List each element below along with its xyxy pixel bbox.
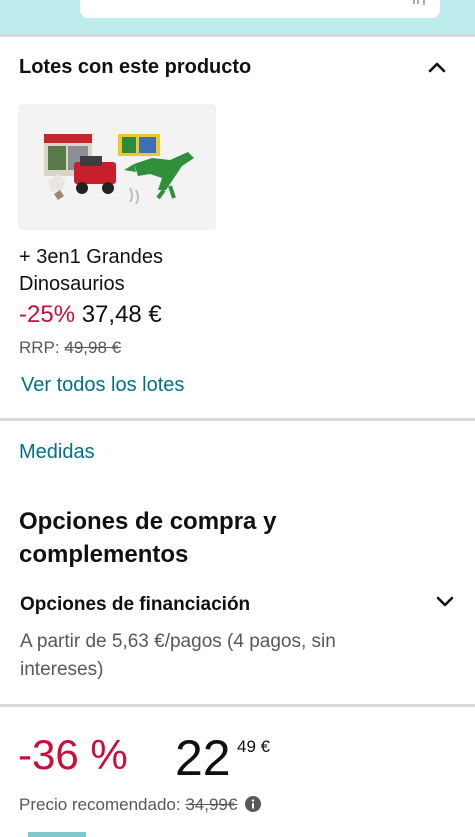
purchase-options-title: Opciones de compra y complementos bbox=[19, 508, 277, 568]
lego-sets-image bbox=[44, 134, 194, 205]
bundle-item-image[interactable] bbox=[18, 104, 216, 230]
bundle-price-line: -25% 37,48 € bbox=[19, 301, 162, 329]
recommended-price: Precio recomendado: 34,99€ bbox=[19, 795, 262, 815]
info-icon[interactable] bbox=[245, 796, 262, 812]
section-divider bbox=[0, 418, 475, 421]
top-header bbox=[0, 0, 475, 34]
header-divider bbox=[0, 34, 475, 37]
rrp-label: RRP: bbox=[19, 338, 60, 357]
price-fraction: 49 € bbox=[237, 737, 271, 756]
bottom-accent-bar bbox=[28, 832, 86, 837]
bundles-heading: Lotes con este producto bbox=[19, 56, 252, 78]
main-discount: -36 % bbox=[18, 731, 128, 778]
bundle-price: 37,48 € bbox=[81, 301, 162, 328]
chevron-down-icon[interactable] bbox=[432, 588, 458, 614]
chevron-up-icon[interactable] bbox=[424, 54, 450, 80]
section-divider bbox=[0, 704, 475, 707]
financing-title[interactable]: Opciones de financiación bbox=[20, 594, 250, 616]
recommended-value: 34,99€ bbox=[185, 795, 238, 814]
rrp-value: 49,98 € bbox=[64, 338, 122, 357]
search-icon[interactable] bbox=[412, 0, 428, 10]
bundle-rrp: RRP: 49,98 € bbox=[19, 338, 121, 358]
price-integer: 22 bbox=[175, 730, 231, 786]
financing-description: A partir de 5,63 €/pagos (4 pagos, sin i… bbox=[20, 631, 336, 680]
bundle-item-name[interactable]: + 3en1 Grandes Dinosaurios bbox=[19, 244, 219, 298]
bundle-discount: -25% bbox=[19, 301, 76, 328]
measures-link[interactable]: Medidas bbox=[19, 441, 95, 464]
see-all-bundles-link[interactable]: Ver todos los lotes bbox=[21, 374, 184, 397]
search-input[interactable] bbox=[80, 0, 440, 18]
recommended-label: Precio recomendado: bbox=[19, 795, 181, 814]
